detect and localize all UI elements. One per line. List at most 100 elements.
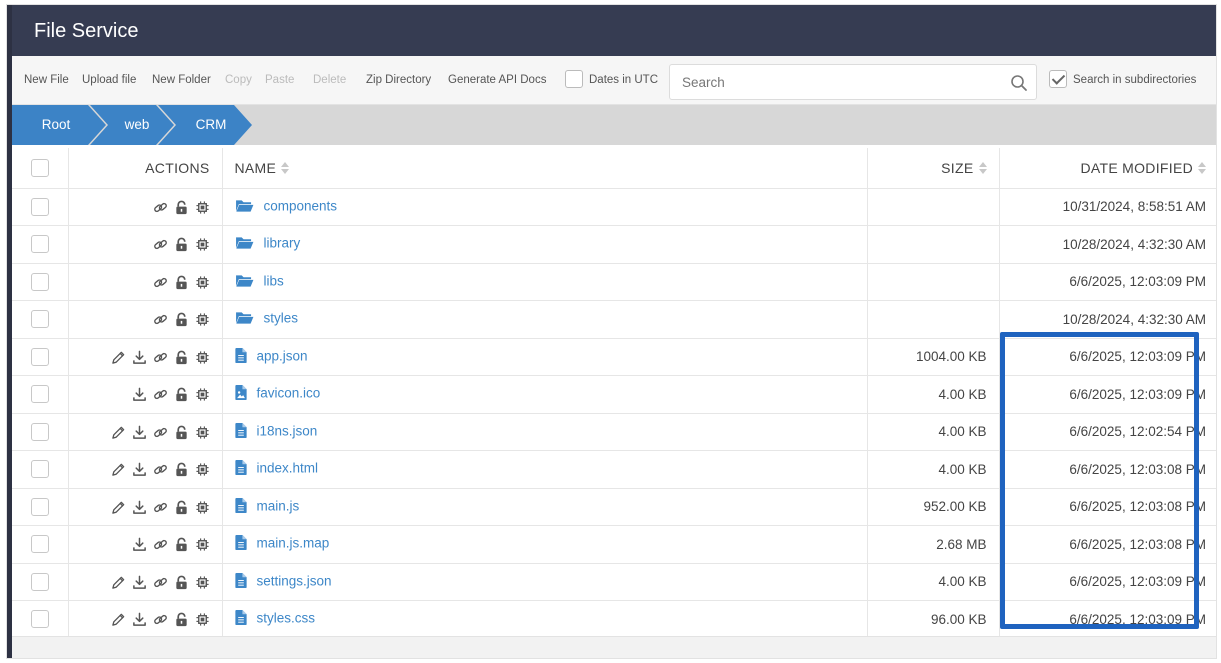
table-row[interactable]: main.js 952.00 KB 6/6/2025, 12:03:08 PM [12,488,1216,526]
link-icon[interactable] [153,612,168,627]
size-column-header[interactable]: SIZE [867,148,1000,189]
row-checkbox[interactable] [30,235,49,254]
lock-icon[interactable] [174,237,189,252]
zip-directory-button[interactable]: Zip Directory [366,74,431,86]
row-checkbox[interactable] [30,422,49,441]
row-checkbox[interactable] [30,272,49,291]
download-icon[interactable] [132,462,147,477]
lock-icon[interactable] [174,612,189,627]
table-row[interactable]: index.html 4.00 KB 6/6/2025, 12:03:08 PM [12,450,1216,489]
chip-icon[interactable] [195,462,210,477]
row-checkbox[interactable] [30,460,49,479]
row-checkbox[interactable] [30,347,49,366]
lock-icon[interactable] [174,425,189,440]
file-name-link[interactable]: libs [264,273,284,288]
chip-icon[interactable] [195,237,210,252]
file-name-link[interactable]: index.html [257,461,319,476]
link-icon[interactable] [153,312,168,327]
chip-icon[interactable] [195,612,210,627]
file-name-link[interactable]: library [264,236,301,251]
file-name-link[interactable]: styles.css [257,611,316,626]
row-checkbox[interactable] [30,310,49,329]
download-icon[interactable] [132,537,147,552]
link-icon[interactable] [153,387,168,402]
link-icon[interactable] [153,462,168,477]
link-icon[interactable] [153,275,168,290]
file-name-link[interactable]: app.json [257,348,308,363]
lock-icon[interactable] [174,500,189,515]
chip-icon[interactable] [195,275,210,290]
file-name-link[interactable]: styles [264,311,299,326]
table-row[interactable]: favicon.ico 4.00 KB 6/6/2025, 12:03:09 P… [12,375,1216,414]
download-icon[interactable] [132,612,147,627]
name-column-header[interactable]: NAME [222,148,868,189]
search-subdirectories-checkbox[interactable] [1049,70,1067,88]
chip-icon[interactable] [195,387,210,402]
table-row[interactable]: i18ns.json 4.00 KB 6/6/2025, 12:02:54 PM [12,413,1216,451]
row-checkbox[interactable] [30,610,49,629]
chip-icon[interactable] [195,312,210,327]
file-name-link[interactable]: settings.json [257,573,332,588]
upload-file-button[interactable]: Upload file [82,74,136,86]
link-icon[interactable] [153,500,168,515]
link-icon[interactable] [153,200,168,215]
edit-icon[interactable] [111,350,126,365]
dates-in-utc-checkbox[interactable] [565,70,583,88]
lock-icon[interactable] [174,350,189,365]
table-row[interactable]: styles 10/28/2024, 4:32:30 AM [12,300,1216,339]
lock-icon[interactable] [174,575,189,590]
link-icon[interactable] [153,237,168,252]
generate-api-docs-button[interactable]: Generate API Docs [448,74,546,86]
delete-button[interactable]: Delete [313,74,346,86]
search-icon[interactable] [1010,74,1028,92]
paste-button[interactable]: Paste [265,74,294,86]
download-icon[interactable] [132,387,147,402]
lock-icon[interactable] [174,200,189,215]
chip-icon[interactable] [195,500,210,515]
new-folder-button[interactable]: New Folder [152,74,211,86]
chip-icon[interactable] [195,350,210,365]
select-all-checkbox[interactable] [30,158,49,177]
table-row[interactable]: settings.json 4.00 KB 6/6/2025, 12:03:09… [12,563,1216,601]
row-checkbox[interactable] [30,572,49,591]
table-row[interactable]: styles.css 96.00 KB 6/6/2025, 12:03:09 P… [12,600,1216,639]
edit-icon[interactable] [111,425,126,440]
row-checkbox[interactable] [30,197,49,216]
download-icon[interactable] [132,425,147,440]
file-name-link[interactable]: main.js [257,498,300,513]
file-name-link[interactable]: i18ns.json [257,423,318,438]
chip-icon[interactable] [195,575,210,590]
breadcrumb-item-root[interactable]: Root [12,105,106,145]
download-icon[interactable] [132,500,147,515]
search-input[interactable] [682,73,1002,91]
chip-icon[interactable] [195,537,210,552]
link-icon[interactable] [153,425,168,440]
download-icon[interactable] [132,575,147,590]
copy-button[interactable]: Copy [225,74,252,86]
table-row[interactable]: libs 6/6/2025, 12:03:09 PM [12,263,1216,301]
table-row[interactable]: library 10/28/2024, 4:32:30 AM [12,225,1216,264]
table-row[interactable]: components 10/31/2024, 8:58:51 AM [12,188,1216,226]
lock-icon[interactable] [174,387,189,402]
row-checkbox[interactable] [30,535,49,554]
row-checkbox[interactable] [30,497,49,516]
new-file-button[interactable]: New File [24,74,69,86]
table-row[interactable]: app.json 1004.00 KB 6/6/2025, 12:03:09 P… [12,338,1216,376]
date-modified-column-header[interactable]: DATE MODIFIED [999,148,1216,189]
lock-icon[interactable] [174,537,189,552]
link-icon[interactable] [153,350,168,365]
lock-icon[interactable] [174,275,189,290]
lock-icon[interactable] [174,462,189,477]
table-row[interactable]: main.js.map 2.68 MB 6/6/2025, 12:03:08 P… [12,525,1216,564]
lock-icon[interactable] [174,312,189,327]
edit-icon[interactable] [111,612,126,627]
edit-icon[interactable] [111,575,126,590]
link-icon[interactable] [153,537,168,552]
edit-icon[interactable] [111,462,126,477]
file-name-link[interactable]: main.js.map [257,536,330,551]
chip-icon[interactable] [195,200,210,215]
edit-icon[interactable] [111,500,126,515]
download-icon[interactable] [132,350,147,365]
file-name-link[interactable]: components [264,198,338,213]
link-icon[interactable] [153,575,168,590]
